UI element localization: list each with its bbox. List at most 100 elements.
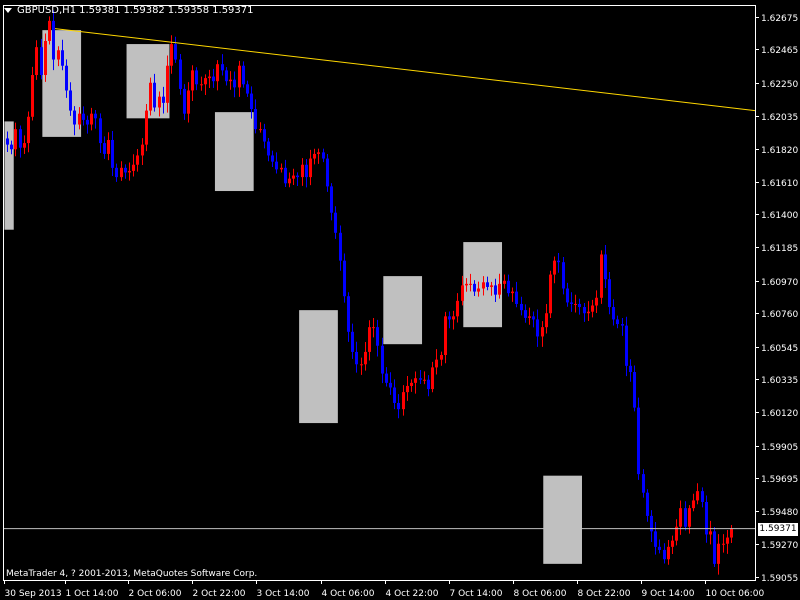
candle-body	[591, 305, 594, 312]
candle-body	[40, 47, 43, 76]
candle-body	[389, 382, 392, 388]
candle-body	[427, 379, 430, 390]
candle-body	[35, 47, 38, 76]
candle-body	[162, 96, 165, 103]
x-tick-label: 3 Oct 14:00	[257, 589, 310, 599]
candle-body	[402, 392, 405, 410]
y-tick-label: 1.60335	[761, 376, 798, 386]
candle-body	[31, 75, 34, 117]
candle-body	[435, 359, 438, 368]
current-price-badge: 1.59371	[758, 523, 798, 536]
candle-body	[528, 316, 531, 318]
candle-body	[368, 327, 371, 352]
candle-body	[221, 64, 224, 71]
candle-body	[583, 307, 586, 314]
candle-body	[99, 118, 102, 144]
candle-body	[326, 158, 329, 187]
candle-body	[490, 285, 493, 287]
x-tick-label: 1 Oct 14:00	[66, 589, 119, 599]
y-tick-label: 1.60120	[761, 409, 798, 419]
candle-body	[637, 407, 640, 475]
candle-body	[145, 110, 148, 145]
candle-body	[646, 492, 649, 516]
candle-body	[339, 232, 342, 261]
candle-body	[574, 303, 577, 305]
candle-body	[477, 288, 480, 292]
candle-body	[61, 50, 64, 66]
candle-body	[452, 316, 455, 320]
candle-body	[511, 291, 514, 294]
candle-body	[726, 537, 729, 544]
candle-body	[722, 543, 725, 545]
candle-body	[364, 351, 367, 365]
candle-body	[713, 531, 716, 564]
chart-window[interactable]: 1.62675 1.62465 1.62250 1.62035 1.61820 1.616…	[0, 0, 800, 600]
x-tick-label: 8 Oct 06:00	[514, 589, 567, 599]
candle-body	[717, 543, 720, 564]
candle-body	[280, 167, 283, 170]
candle-body	[170, 44, 173, 66]
x-tick-label: 8 Oct 22:00	[578, 589, 631, 599]
candle-body	[494, 285, 497, 295]
candle-body	[444, 316, 447, 356]
candle-body	[520, 303, 523, 311]
candle-body	[204, 78, 207, 85]
y-tick-label: 1.59905	[761, 443, 798, 453]
candle-body	[701, 491, 704, 502]
candle-body	[545, 313, 548, 328]
close-price: 1.59371	[212, 4, 254, 16]
candle-body	[65, 65, 68, 91]
candle-body	[275, 161, 278, 170]
candle-body	[246, 84, 249, 94]
x-tick-label: 4 Oct 22:00	[386, 589, 439, 599]
candle-body	[393, 387, 396, 403]
caret-down-icon[interactable]	[4, 7, 12, 13]
candle-body	[183, 88, 186, 114]
candle-body	[498, 283, 501, 295]
candle-body	[642, 474, 645, 493]
candle-body	[578, 303, 581, 308]
candle-body	[267, 141, 270, 156]
candle-body	[633, 372, 636, 408]
session-box	[383, 276, 423, 345]
candle-body	[566, 288, 569, 303]
candle-body	[625, 325, 628, 366]
candle-body	[115, 167, 118, 178]
candle-body	[52, 20, 55, 60]
candle-body	[187, 90, 190, 114]
candle-body	[473, 283, 476, 292]
candle-body	[19, 129, 22, 148]
candle-body	[166, 65, 169, 103]
candle-body	[536, 319, 539, 337]
candle-body	[317, 152, 320, 154]
candle-body	[86, 119, 89, 125]
chart-canvas[interactable]: 1.62675 1.62465 1.62250 1.62035 1.61820 1.616…	[0, 0, 800, 600]
candle-body	[629, 365, 632, 373]
candle-body	[440, 355, 443, 360]
candle-body	[372, 327, 375, 329]
candle-body	[482, 282, 485, 289]
x-tick-label: 10 Oct 06:00	[706, 589, 765, 599]
candle-body	[259, 129, 262, 131]
candle-body	[128, 170, 131, 173]
candle-body	[229, 79, 232, 82]
candle-body	[305, 164, 308, 178]
candle-body	[595, 297, 598, 306]
candle-body	[82, 113, 85, 120]
candle-body	[69, 90, 72, 111]
candle-body	[242, 65, 245, 85]
candle-body	[44, 40, 47, 76]
candle-body	[654, 531, 657, 547]
candle-body	[616, 319, 619, 325]
candle-body	[120, 167, 123, 178]
candle-body	[658, 546, 661, 550]
candle-body	[107, 139, 110, 154]
candle-body	[14, 129, 17, 150]
high-price: 1.59382	[123, 4, 165, 16]
candle-body	[486, 282, 489, 287]
candle-body	[23, 143, 26, 148]
candle-body	[621, 324, 624, 326]
candle-body	[271, 155, 274, 162]
y-tick-label: 1.59695	[761, 475, 798, 485]
x-tick-label: 7 Oct 14:00	[450, 589, 503, 599]
